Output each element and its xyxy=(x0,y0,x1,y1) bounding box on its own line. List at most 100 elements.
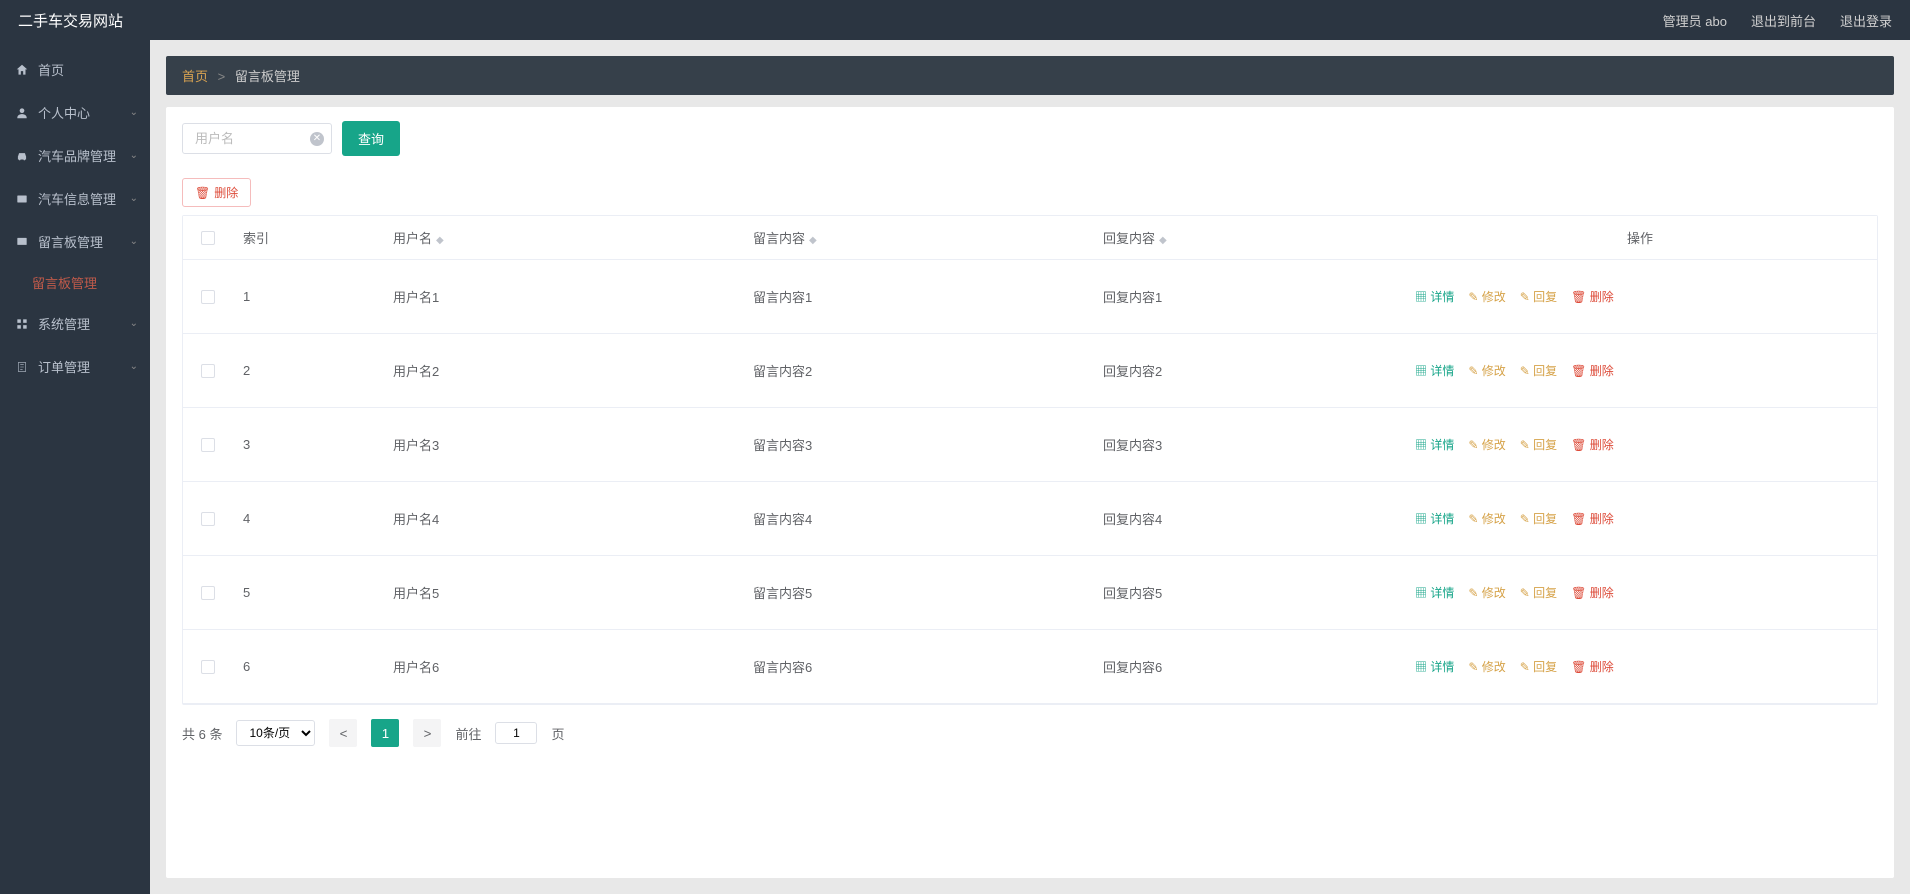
user-icon xyxy=(14,106,30,120)
edit-button[interactable]: ✎ 修改 xyxy=(1468,584,1505,601)
reply-button[interactable]: ✎ 回复 xyxy=(1520,584,1557,601)
sidebar-item-1[interactable]: 个人中心⌄ xyxy=(0,91,150,134)
brand-title: 二手车交易网站 xyxy=(18,10,123,31)
cell-reply: 回复内容6 xyxy=(1103,657,1403,676)
breadcrumb-current: 留言板管理 xyxy=(235,69,300,84)
table-row: 5用户名5留言内容5回复内容5▦ 详情✎ 修改✎ 回复🗑 删除 xyxy=(183,556,1877,630)
reply-button[interactable]: ✎ 回复 xyxy=(1520,362,1557,379)
row-checkbox[interactable] xyxy=(201,586,215,600)
sidebar-item-2[interactable]: 汽车品牌管理⌄ xyxy=(0,134,150,177)
reply-button[interactable]: ✎ 回复 xyxy=(1520,436,1557,453)
th-reply[interactable]: 回复内容◆ xyxy=(1103,228,1403,247)
cell-reply: 回复内容4 xyxy=(1103,509,1403,528)
detail-button[interactable]: ▦ 详情 xyxy=(1415,658,1454,675)
th-user[interactable]: 用户名◆ xyxy=(393,228,753,247)
main-content: 首页 > 留言板管理 ✕ 查询 🗑 删除 索引 xyxy=(150,40,1910,894)
detail-button[interactable]: ▦ 详情 xyxy=(1415,584,1454,601)
th-index: 索引 xyxy=(233,228,393,247)
sidebar: 首页个人中心⌄汽车品牌管理⌄汽车信息管理⌄留言板管理⌄留言板管理系统管理⌄订单管… xyxy=(0,40,150,894)
sidebar-item-0[interactable]: 首页 xyxy=(0,48,150,91)
cell-user: 用户名5 xyxy=(393,583,753,602)
to-front-link[interactable]: 退出到前台 xyxy=(1751,11,1816,30)
cell-ops: ▦ 详情 ✎ 修改 ✎ 回复 🗑 删除 xyxy=(1403,650,1877,683)
car-icon xyxy=(14,149,30,163)
sidebar-item-4[interactable]: 留言板管理⌄ xyxy=(0,220,150,263)
sidebar-item-6[interactable]: 订单管理 ⌄ xyxy=(0,345,150,388)
delete-button[interactable]: 🗑 删除 xyxy=(1571,658,1614,675)
th-msg[interactable]: 留言内容◆ xyxy=(753,228,1103,247)
cell-index: 3 xyxy=(233,437,393,452)
sort-icon: ◆ xyxy=(809,235,817,246)
table-header: 索引 用户名◆ 留言内容◆ 回复内容◆ 操作 xyxy=(183,216,1877,260)
query-button[interactable]: 查询 xyxy=(342,121,400,156)
detail-button[interactable]: ▦ 详情 xyxy=(1415,288,1454,305)
chevron-down-icon: ⌄ xyxy=(130,361,138,372)
edit-button[interactable]: ✎ 修改 xyxy=(1468,658,1505,675)
cell-ops: ▦ 详情 ✎ 修改 ✎ 回复 🗑 删除 xyxy=(1403,576,1877,609)
content-panel: ✕ 查询 🗑 删除 索引 用户名◆ 留言内容◆ 回复内容◆ 操作 xyxy=(166,107,1894,878)
pager-next-button[interactable]: > xyxy=(413,719,441,747)
reply-button[interactable]: ✎ 回复 xyxy=(1520,658,1557,675)
cell-index: 2 xyxy=(233,363,393,378)
pager-prev-button[interactable]: < xyxy=(329,719,357,747)
table-row: 1用户名1留言内容1回复内容1▦ 详情✎ 修改✎ 回复🗑 删除 xyxy=(183,260,1877,334)
topbar-right: 管理员 abo 退出到前台 退出登录 xyxy=(1663,11,1892,30)
cell-reply: 回复内容5 xyxy=(1103,583,1403,602)
sidebar-item-3[interactable]: 汽车信息管理⌄ xyxy=(0,177,150,220)
batch-delete-button[interactable]: 🗑 删除 xyxy=(182,178,251,207)
delete-button[interactable]: 🗑 删除 xyxy=(1571,584,1614,601)
trash-icon: 🗑 xyxy=(195,186,210,200)
cell-msg: 留言内容5 xyxy=(753,583,1103,602)
row-checkbox[interactable] xyxy=(201,660,215,674)
grid-icon xyxy=(14,317,30,331)
chevron-down-icon: ⌄ xyxy=(130,107,138,118)
toolbar: ✕ 查询 xyxy=(182,121,1878,156)
chevron-down-icon: ⌄ xyxy=(130,318,138,329)
table-row: 4用户名4留言内容4回复内容4▦ 详情✎ 修改✎ 回复🗑 删除 xyxy=(183,482,1877,556)
table-row: 2用户名2留言内容2回复内容2▦ 详情✎ 修改✎ 回复🗑 删除 xyxy=(183,334,1877,408)
breadcrumb-sep: > xyxy=(218,69,226,84)
detail-button[interactable]: ▦ 详情 xyxy=(1415,436,1454,453)
sort-icon: ◆ xyxy=(436,235,444,246)
edit-button[interactable]: ✎ 修改 xyxy=(1468,288,1505,305)
table-row: 3用户名3留言内容3回复内容3▦ 详情✎ 修改✎ 回复🗑 删除 xyxy=(183,408,1877,482)
logout-link[interactable]: 退出登录 xyxy=(1840,11,1892,30)
detail-button[interactable]: ▦ 详情 xyxy=(1415,510,1454,527)
sidebar-subitem[interactable]: 留言板管理 xyxy=(0,263,150,302)
data-table: 索引 用户名◆ 留言内容◆ 回复内容◆ 操作 1用户名1留言内容1回复内容1▦ … xyxy=(182,215,1878,705)
reply-button[interactable]: ✎ 回复 xyxy=(1520,510,1557,527)
edit-button[interactable]: ✎ 修改 xyxy=(1468,510,1505,527)
select-all-checkbox[interactable] xyxy=(201,231,215,245)
row-checkbox[interactable] xyxy=(201,290,215,304)
breadcrumb: 首页 > 留言板管理 xyxy=(166,56,1894,95)
reply-button[interactable]: ✎ 回复 xyxy=(1520,288,1557,305)
pager-page-1[interactable]: 1 xyxy=(371,719,399,747)
sidebar-item-5[interactable]: 系统管理⌄ xyxy=(0,302,150,345)
delete-button[interactable]: 🗑 删除 xyxy=(1571,288,1614,305)
clear-icon[interactable]: ✕ xyxy=(310,132,324,146)
search-wrap: ✕ xyxy=(182,123,332,154)
cell-reply: 回复内容2 xyxy=(1103,361,1403,380)
row-checkbox[interactable] xyxy=(201,512,215,526)
edit-button[interactable]: ✎ 修改 xyxy=(1468,436,1505,453)
cell-user: 用户名2 xyxy=(393,361,753,380)
sidebar-item-label: 汽车品牌管理 xyxy=(38,146,116,165)
breadcrumb-home[interactable]: 首页 xyxy=(182,69,208,84)
detail-button[interactable]: ▦ 详情 xyxy=(1415,362,1454,379)
delete-button[interactable]: 🗑 删除 xyxy=(1571,436,1614,453)
pagination: 共 6 条 10条/页 < 1 > 前往 页 xyxy=(182,719,1878,747)
row-checkbox[interactable] xyxy=(201,364,215,378)
sidebar-item-label: 订单管理 xyxy=(38,357,90,376)
table-row: 6用户名6留言内容6回复内容6▦ 详情✎ 修改✎ 回复🗑 删除 xyxy=(183,630,1877,704)
cell-reply: 回复内容1 xyxy=(1103,287,1403,306)
cell-index: 4 xyxy=(233,511,393,526)
topbar: 二手车交易网站 管理员 abo 退出到前台 退出登录 xyxy=(0,0,1910,40)
delete-button[interactable]: 🗑 删除 xyxy=(1571,510,1614,527)
row-checkbox[interactable] xyxy=(201,438,215,452)
admin-label[interactable]: 管理员 abo xyxy=(1663,11,1727,30)
cell-msg: 留言内容1 xyxy=(753,287,1103,306)
delete-button[interactable]: 🗑 删除 xyxy=(1571,362,1614,379)
page-size-select[interactable]: 10条/页 xyxy=(236,720,315,746)
pager-goto-input[interactable] xyxy=(495,722,537,744)
edit-button[interactable]: ✎ 修改 xyxy=(1468,362,1505,379)
